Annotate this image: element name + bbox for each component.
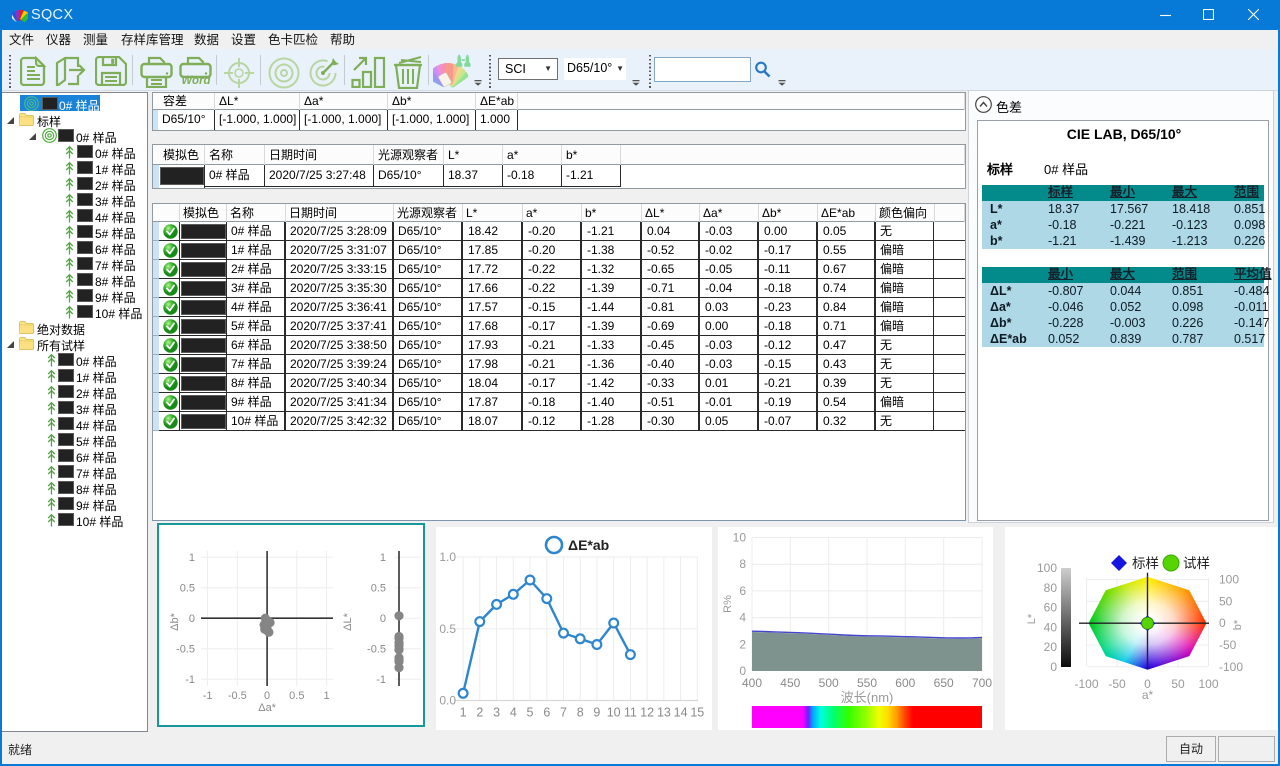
svg-text:4: 4	[510, 706, 517, 720]
svg-text:15: 15	[690, 706, 704, 720]
svg-text:a*: a*	[1142, 688, 1154, 702]
svg-text:1: 1	[189, 552, 195, 564]
svg-text:-50: -50	[1108, 677, 1126, 691]
svg-text:1: 1	[324, 690, 330, 702]
svg-text:-1: -1	[376, 674, 386, 686]
svg-text:5: 5	[527, 706, 534, 720]
svg-text:0: 0	[189, 613, 195, 625]
svg-text:11: 11	[624, 706, 637, 720]
svg-text:10: 10	[607, 706, 621, 720]
svg-text:0: 0	[380, 613, 386, 625]
svg-text:0.0: 0.0	[439, 694, 456, 708]
svg-text:-100: -100	[1219, 660, 1243, 674]
svg-text:-1: -1	[185, 674, 195, 686]
svg-text:400: 400	[742, 676, 762, 690]
svg-text:-50: -50	[1219, 638, 1237, 652]
svg-text:550: 550	[857, 676, 877, 690]
svg-text:0.5: 0.5	[289, 690, 304, 702]
svg-text:6: 6	[739, 584, 746, 598]
svg-text:0: 0	[264, 690, 270, 702]
svg-text:2: 2	[476, 706, 483, 720]
svg-text:4: 4	[739, 611, 746, 625]
svg-text:700: 700	[972, 676, 992, 690]
svg-text:b*: b*	[1232, 619, 1244, 630]
svg-text:-0.5: -0.5	[367, 644, 386, 656]
svg-text:ΔL*: ΔL*	[342, 612, 354, 630]
svg-text:12: 12	[640, 706, 654, 720]
svg-text:2: 2	[739, 637, 746, 651]
svg-text:R%: R%	[722, 595, 734, 613]
svg-text:500: 500	[819, 676, 839, 690]
svg-text:ΔE*ab: ΔE*ab	[568, 537, 609, 553]
svg-text:6: 6	[543, 706, 550, 720]
svg-text:波长(nm): 波长(nm)	[841, 690, 894, 705]
svg-text:-0.5: -0.5	[228, 690, 247, 702]
svg-text:600: 600	[895, 676, 915, 690]
svg-text:50: 50	[1171, 677, 1185, 691]
svg-text:0.5: 0.5	[180, 583, 195, 595]
svg-text:450: 450	[780, 676, 800, 690]
svg-text:-1: -1	[203, 690, 213, 702]
svg-text:Δa*: Δa*	[258, 702, 276, 714]
svg-text:0.5: 0.5	[371, 583, 386, 595]
svg-text:1: 1	[460, 706, 467, 720]
svg-text:7: 7	[560, 706, 567, 720]
svg-text:1.0: 1.0	[439, 550, 456, 564]
svg-text:50: 50	[1219, 594, 1233, 608]
svg-text:14: 14	[674, 706, 688, 720]
svg-text:9: 9	[593, 706, 600, 720]
svg-text:3: 3	[493, 706, 500, 720]
svg-text:-0.5: -0.5	[176, 644, 195, 656]
svg-text:13: 13	[657, 706, 671, 720]
svg-text:8: 8	[577, 706, 584, 720]
svg-text:0: 0	[1219, 616, 1226, 630]
svg-text:650: 650	[934, 676, 954, 690]
svg-text:Δb*: Δb*	[169, 612, 181, 630]
svg-text:10: 10	[733, 531, 747, 545]
svg-text:100: 100	[1198, 677, 1218, 691]
svg-text:8: 8	[739, 557, 746, 571]
svg-text:0.5: 0.5	[439, 622, 456, 636]
svg-text:100: 100	[1219, 573, 1239, 587]
svg-text:1: 1	[380, 552, 386, 564]
svg-text:-100: -100	[1074, 677, 1098, 691]
